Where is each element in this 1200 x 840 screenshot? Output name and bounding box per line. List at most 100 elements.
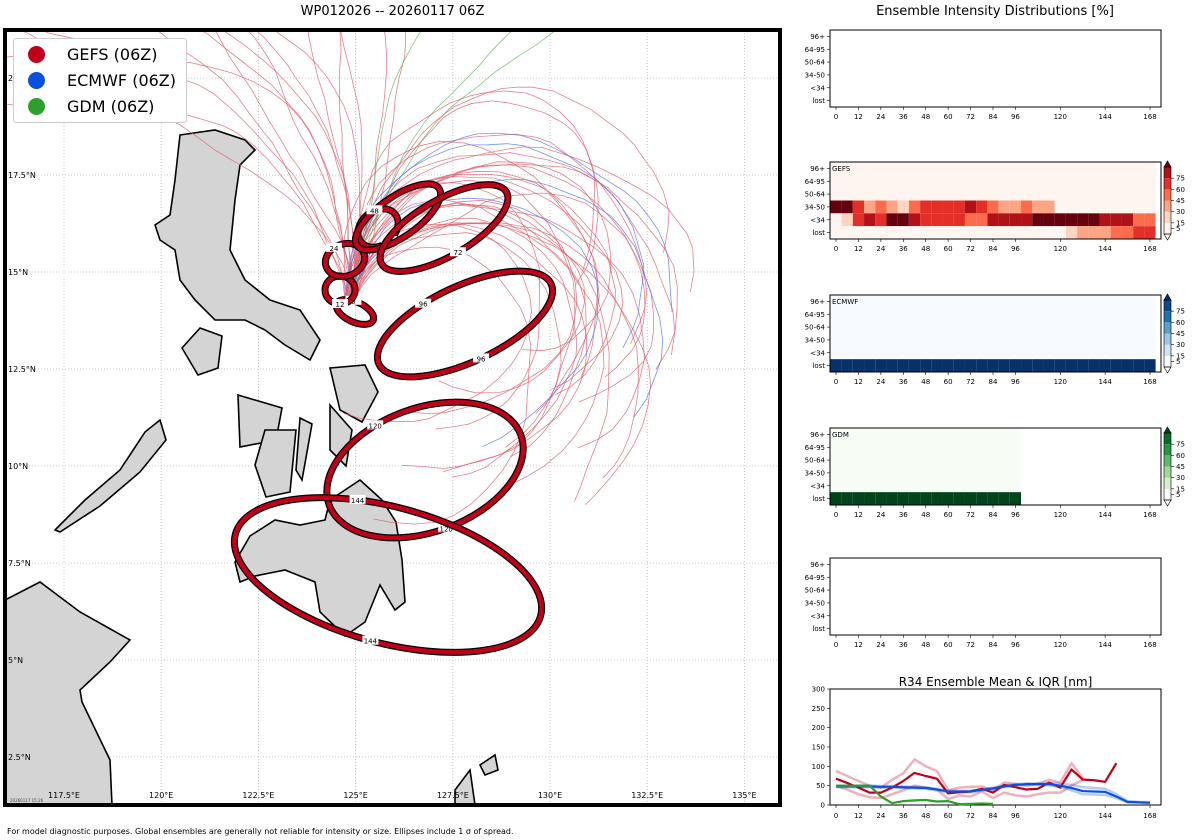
colorbar-segment [1164,477,1171,489]
y-tick-label: <34 [810,349,825,357]
heatmap-cell [1009,213,1022,227]
colorbar-min-arrow [1163,499,1172,507]
x-tick-label: 144 [1098,511,1112,519]
heatmap-cell [1009,200,1022,214]
y-tick-label: 300 [812,686,825,694]
x-tick-label: 144 [1098,245,1112,253]
y-tick-label: 50 [816,782,825,790]
y-tick-label: 64-95 [805,178,825,186]
heatmap-cell [1032,226,1044,239]
y-tick-label: lost [812,495,825,503]
x-tick-label: 96 [1011,641,1020,649]
x-tick-label: 60 [944,511,953,519]
colorbar-segment [1164,222,1171,234]
colorbar-tick-label: 30 [1176,341,1185,349]
heatmap-cell [1121,200,1134,214]
x-tick-label: 60 [944,113,953,121]
x-tick-label: 12 [854,113,863,121]
heatmap-cell [964,359,977,372]
heatmap-cell [953,359,965,372]
colorbar-tick-label: 15 [1176,352,1185,360]
heatmap-cell [908,359,921,372]
y-tick-label: 64-95 [805,444,825,452]
heatmap-cell [1110,226,1122,239]
colorbar-segment [1164,355,1171,367]
colorbar-tick-label: 60 [1176,186,1185,194]
y-tick-label: 96+ [810,165,825,173]
lat-label: 12.5°N [8,365,36,374]
heatmap-cell [942,200,954,214]
y-tick-label: 34-50 [805,71,825,79]
x-tick-label: 144 [1098,641,1112,649]
x-tick-label: 84 [989,378,998,386]
x-tick-label: 60 [944,245,953,253]
x-tick-label: 144 [1098,812,1112,820]
heatmap-cell [852,226,865,239]
legend-item-gdm: GDM (06Z) [28,93,186,119]
x-tick-label: 120 [1054,641,1067,649]
x-tick-label: 0 [834,113,838,121]
heatmap-cell [864,213,876,227]
heatmap-cell [1144,226,1156,239]
x-tick-label: 36 [899,113,908,121]
x-tick-label: 72 [966,511,975,519]
y-tick-label: lost [812,362,825,370]
heatmap-cell [942,226,954,239]
heatmap-cell [830,226,842,239]
heatmap-cell [852,200,865,214]
lon-label: 135°E [732,791,756,800]
colorbar-tick-label: 60 [1176,319,1185,327]
heatmap-cell [931,492,943,505]
heatmap-cell [875,492,887,505]
heatmap-cell [886,200,898,214]
x-tick-label: 168 [1143,378,1156,386]
colorbar-segment [1164,178,1171,190]
x-tick-label: 72 [966,812,975,820]
gdm-marker-icon [28,97,45,115]
x-tick-label: 12 [854,378,863,386]
colorbar-segment [1164,333,1171,345]
ellipse-label: 24 [330,245,339,253]
heatmap-cell [964,200,977,214]
x-tick-label: 84 [989,641,998,649]
legend-label: GEFS (06Z) [67,44,158,64]
x-tick-label: 24 [876,378,885,386]
heatmap-model-label: ECMWF [832,298,858,306]
heatmap-cell [1009,492,1022,505]
colorbar-tick-label: 45 [1176,330,1185,338]
y-tick-label: 34-50 [805,203,825,211]
map-legend: GEFS (06Z) ECMWF (06Z) GDM (06Z) [13,38,187,123]
heatmap-cell [886,492,898,505]
heatmap-cell [1121,359,1134,372]
colorbar-tick-label: 75 [1176,308,1185,316]
heatmap-cell [1133,359,1145,372]
lon-label: 117.5°E [48,791,80,800]
x-tick-label: 48 [921,245,930,253]
colorbar-segment [1164,466,1171,478]
x-tick-label: 48 [921,511,930,519]
heatmap-cell [987,213,999,227]
x-tick-label: 0 [834,511,838,519]
x-tick-label: 96 [1011,378,1020,386]
heatmap-cell [864,359,876,372]
x-tick-label: 24 [876,641,885,649]
heatmap-cell [931,359,943,372]
heatmap-background [830,558,1161,635]
heatmap-cell [1088,226,1100,239]
heatmap-cell [886,226,898,239]
x-tick-label: 96 [1011,113,1020,121]
x-tick-label: 72 [966,245,975,253]
heatmap-cell [908,213,921,227]
heatmap-panel-empty: 96+ 64-95 50-64 34-50 <34 lost 0 12 24 36 48 60 72 84… [805,557,1162,649]
y-tick-label: 50-64 [805,191,826,199]
colorbar-segment [1164,488,1171,500]
x-tick-label: 36 [899,245,908,253]
heatmap-cell [1121,226,1134,239]
x-tick-label: 24 [876,812,885,820]
heatmap-cell [1144,200,1156,214]
heatmap-cell [864,226,876,239]
y-tick-label: 96+ [810,431,825,439]
legend-label: ECMWF (06Z) [67,70,176,90]
x-tick-label: 12 [854,245,863,253]
heatmap-cell [841,200,853,214]
